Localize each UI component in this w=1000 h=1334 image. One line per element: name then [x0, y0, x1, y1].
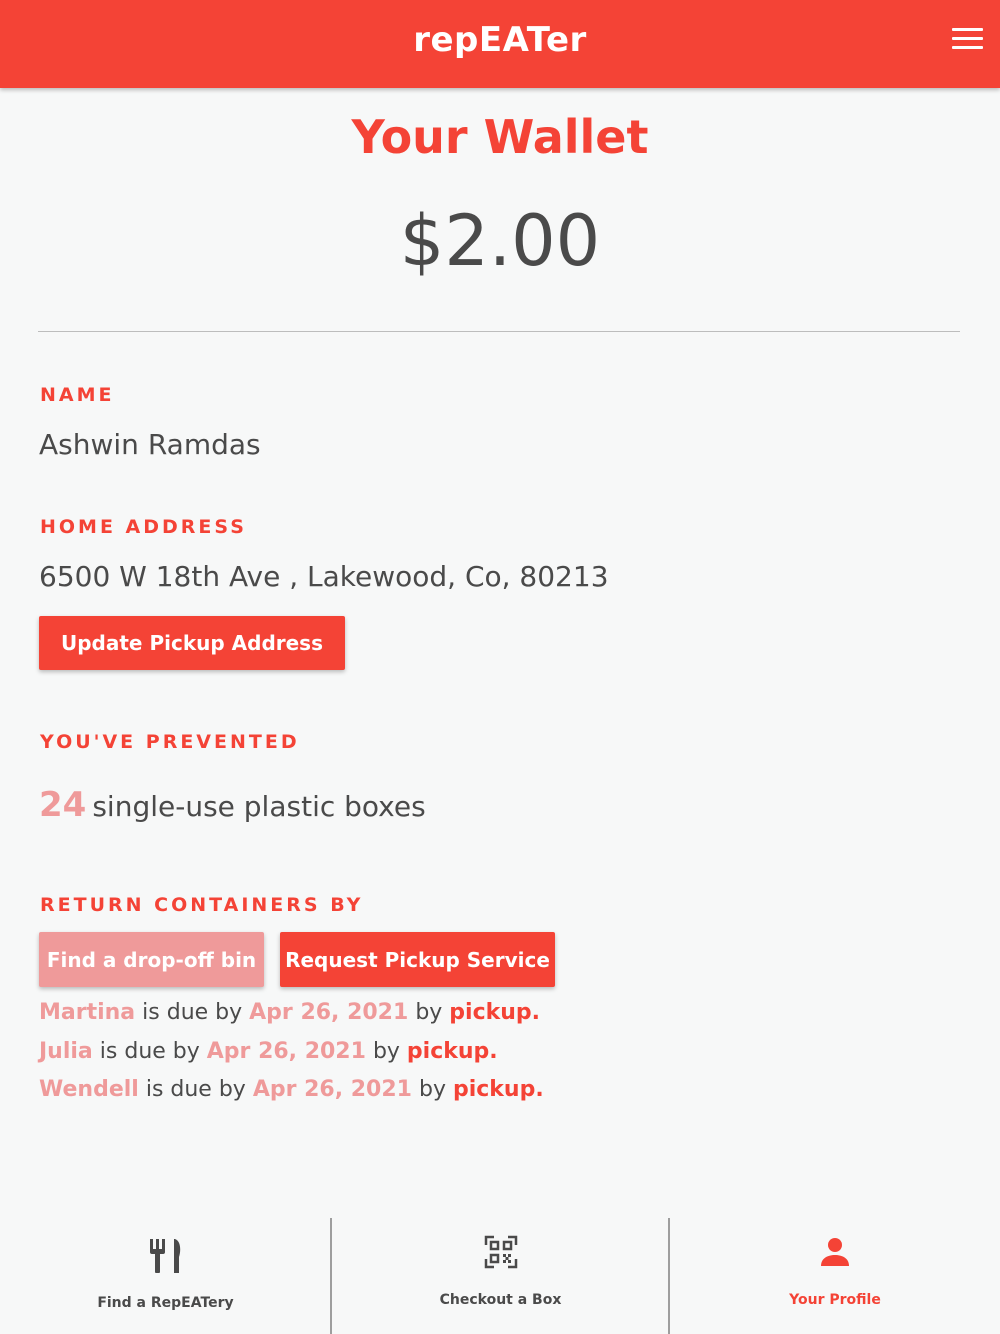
nav-label: Your Profile: [789, 1292, 881, 1308]
name-label: NAME: [40, 384, 115, 406]
return-method-link[interactable]: pickup.: [407, 1039, 498, 1064]
prevented-stat: 24 single-use plastic boxes: [39, 785, 426, 825]
due-item-wendell: Wendell is due by Apr 26, 2021 by pickup…: [39, 1077, 544, 1102]
find-drop-off-bin-button[interactable]: Find a drop-off bin: [39, 932, 264, 987]
brand-logo: repEATer: [413, 20, 587, 60]
container-holder-name: Martina: [39, 1000, 136, 1025]
container-holder-name: Julia: [39, 1039, 93, 1064]
bottom-nav: Find a RepEATery Checkout a Box Your Pro…: [0, 1215, 1000, 1334]
wallet-balance: $2.00: [399, 200, 601, 282]
due-text: is due by: [99, 1039, 200, 1064]
by-text: by: [418, 1077, 446, 1102]
due-date: Apr 26, 2021: [252, 1077, 412, 1102]
due-date: Apr 26, 2021: [249, 1000, 409, 1025]
by-text: by: [372, 1039, 400, 1064]
wallet-title: Your Wallet: [351, 110, 649, 164]
home-address-label: HOME ADDRESS: [40, 516, 247, 538]
container-holder-name: Wendell: [39, 1077, 139, 1102]
return-method-link[interactable]: pickup.: [453, 1077, 544, 1102]
due-item-julia: Julia is due by Apr 26, 2021 by pickup.: [39, 1039, 498, 1064]
nav-label: Find a RepEATery: [97, 1295, 234, 1311]
prevented-text: single-use plastic boxes: [92, 790, 426, 823]
qr-code-icon: [484, 1235, 517, 1269]
person-icon: [821, 1238, 849, 1266]
fork-knife-icon: [149, 1239, 180, 1273]
divider: [38, 331, 960, 332]
prevented-count: 24: [39, 785, 87, 825]
nav-checkout-box[interactable]: Checkout a Box: [332, 1215, 669, 1334]
prevented-label: YOU'VE PREVENTED: [40, 731, 300, 753]
home-address-value: 6500 W 18th Ave , Lakewood, Co, 80213: [39, 560, 609, 593]
due-text: is due by: [145, 1077, 246, 1102]
profile-page: repEATer Your Wallet $2.00 NAME Ashwin R…: [0, 0, 1000, 1334]
return-containers-label: RETURN CONTAINERS BY: [40, 894, 364, 916]
due-date: Apr 26, 2021: [206, 1039, 366, 1064]
app-header: repEATer: [0, 0, 1000, 88]
nav-find-repeatery[interactable]: Find a RepEATery: [0, 1215, 331, 1334]
request-pickup-service-button[interactable]: Request Pickup Service: [280, 932, 555, 987]
user-name: Ashwin Ramdas: [39, 428, 261, 461]
nav-label: Checkout a Box: [439, 1292, 562, 1308]
by-text: by: [415, 1000, 443, 1025]
due-text: is due by: [142, 1000, 243, 1025]
due-item-martina: Martina is due by Apr 26, 2021 by pickup…: [39, 1000, 540, 1025]
nav-your-profile[interactable]: Your Profile: [670, 1215, 1000, 1334]
hamburger-menu-icon[interactable]: [952, 28, 986, 58]
return-method-link[interactable]: pickup.: [449, 1000, 540, 1025]
update-pickup-address-button[interactable]: Update Pickup Address: [39, 616, 345, 670]
